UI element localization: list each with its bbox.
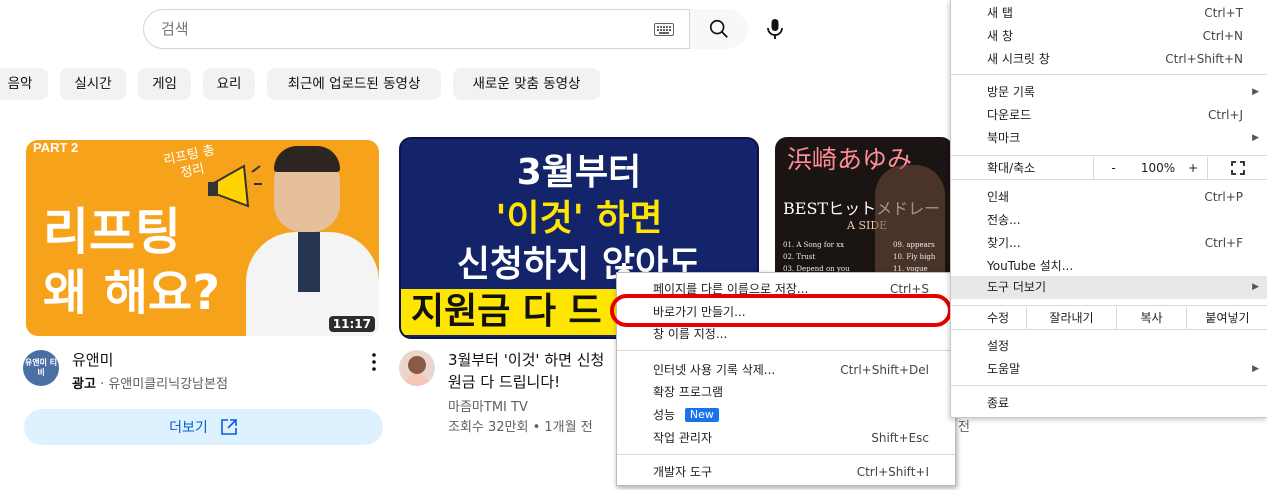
menu-separator	[951, 74, 1267, 75]
video-title[interactable]: 유앤미	[72, 349, 113, 371]
menu-separator	[951, 179, 1267, 180]
thumb-line-4: 지원금 다 드	[411, 291, 602, 332]
submenu-arrow-icon: ▶	[1252, 364, 1259, 374]
thumb-tag: PART 2	[33, 140, 79, 155]
chrome-main-menu: 새 탭 Ctrl+T 새 창 Ctrl+N 새 시크릿 창 Ctrl+Shift…	[950, 0, 1267, 418]
zoom-level: 100%	[1140, 161, 1176, 175]
menu-performance[interactable]: 성능 New	[617, 404, 955, 426]
menu-extensions[interactable]: 확장 프로그램	[617, 381, 955, 403]
video-stats: 조회수 32만회 • 1개월 전	[448, 420, 593, 435]
menu-new-tab[interactable]: 새 탭 Ctrl+T	[951, 2, 1267, 25]
keyboard-icon[interactable]	[654, 23, 674, 36]
search-icon	[709, 19, 728, 38]
menu-help[interactable]: 도움말 ▶	[951, 358, 1267, 381]
chip-game[interactable]: 게임	[138, 68, 191, 100]
menu-edit-row: 수정 잘라내기 복사 붙여넣기	[951, 307, 1267, 329]
voice-search-button[interactable]	[755, 9, 795, 49]
ad-more-button[interactable]: 더보기	[24, 409, 383, 445]
zoom-out-button[interactable]: -	[1093, 157, 1133, 179]
video-duration: 11:17	[328, 316, 375, 332]
highlight-annotation	[610, 294, 952, 327]
video-thumbnail[interactable]: PART 2 리프팅 총정리 리프팅 왜 해요? 11:17	[26, 140, 379, 336]
fullscreen-button[interactable]	[1207, 157, 1267, 179]
submenu-arrow-icon: ▶	[1252, 282, 1259, 292]
menu-downloads[interactable]: 다운로드 Ctrl+J	[951, 104, 1267, 127]
menu-task-manager[interactable]: 작업 관리자 Shift+Esc	[617, 427, 955, 449]
track-list-right: 09. appears 10. Fly high 11. vogue	[893, 241, 936, 273]
menu-separator	[951, 155, 1267, 156]
search-input[interactable]	[144, 10, 689, 48]
new-badge: New	[684, 408, 719, 422]
external-link-icon	[221, 419, 237, 435]
menu-settings[interactable]: 설정	[951, 335, 1267, 358]
fullscreen-icon	[1231, 161, 1245, 175]
submenu-arrow-icon: ▶	[1252, 133, 1259, 143]
copy-button[interactable]: 복사	[1116, 307, 1186, 329]
video-title[interactable]: 3월부터 '이것' 하면 신청	[448, 349, 604, 371]
menu-developer-tools[interactable]: 개발자 도구 Ctrl+Shift+I	[617, 461, 955, 483]
menu-zoom-row: 확대/축소 - 100% +	[951, 157, 1267, 179]
ad-label: 광고	[72, 377, 96, 392]
ad-more-label: 더보기	[169, 420, 208, 436]
chip-music[interactable]: 음악	[0, 68, 48, 100]
menu-print[interactable]: 인쇄 Ctrl+P	[951, 186, 1267, 209]
edit-label: 수정	[987, 311, 1010, 325]
menu-cast[interactable]: 전송...	[951, 209, 1267, 232]
chip-new-to-you[interactable]: 새로운 맞춤 동영상	[453, 68, 600, 100]
submenu-arrow-icon: ▶	[1252, 87, 1259, 97]
menu-install-app[interactable]: YouTube 설치...	[951, 255, 1267, 278]
thumb-big-text-1: 리프팅	[43, 203, 181, 261]
thumb-big-text-2: 왜 해요?	[43, 265, 221, 321]
channel-avatar[interactable]: 유앤미 티비	[23, 350, 59, 386]
ad-channel-name[interactable]: · 유앤미클리닉강남본점	[100, 377, 228, 392]
menu-more-tools[interactable]: 도구 더보기 ▶	[951, 276, 1267, 299]
menu-separator	[617, 454, 955, 455]
menu-new-incognito-window[interactable]: 새 시크릿 창 Ctrl+Shift+N	[951, 48, 1267, 71]
menu-separator	[951, 305, 1267, 306]
channel-name[interactable]: 마즘마TMI TV	[448, 398, 528, 418]
track-list-left: 01. A Song for xx 02. Trust 03. Depend on …	[783, 241, 850, 273]
more-options-icon[interactable]	[368, 352, 380, 372]
menu-separator	[951, 329, 1267, 330]
menu-new-window[interactable]: 새 창 Ctrl+N	[951, 25, 1267, 48]
paste-button[interactable]: 붙여넣기	[1186, 307, 1267, 329]
video-title-line-2[interactable]: 원금 다 드립니다!	[448, 371, 560, 393]
menu-history[interactable]: 방문 기록 ▶	[951, 81, 1267, 104]
video-stats-tail: 전	[958, 420, 970, 435]
thumb-line-2: '이것' 하면	[495, 198, 663, 239]
channel-avatar[interactable]	[399, 350, 435, 386]
menu-find[interactable]: 찾기... Ctrl+F	[951, 232, 1267, 255]
microphone-icon	[767, 19, 783, 39]
search-box	[143, 9, 748, 49]
cut-button[interactable]: 잘라내기	[1026, 307, 1116, 329]
menu-separator	[617, 350, 955, 351]
chip-recently-uploaded[interactable]: 최근에 업로드된 동영상	[267, 68, 441, 100]
menu-separator	[951, 385, 1267, 386]
menu-exit[interactable]: 종료	[951, 392, 1267, 415]
ad-channel-line: 광고 · 유앤미클리닉강남본점	[72, 375, 228, 395]
zoom-label: 확대/축소	[987, 161, 1036, 175]
menu-clear-browsing-data[interactable]: 인터넷 사용 기록 삭제... Ctrl+Shift+Del	[617, 359, 955, 381]
thumb-line-1: 3월부터	[516, 152, 642, 193]
chip-cooking[interactable]: 요리	[203, 68, 255, 100]
doctor-image	[246, 140, 379, 336]
search-button[interactable]	[689, 9, 748, 49]
zoom-in-button[interactable]: +	[1183, 157, 1203, 179]
menu-bookmarks[interactable]: 북마크 ▶	[951, 127, 1267, 150]
chip-live[interactable]: 실시간	[60, 68, 126, 100]
